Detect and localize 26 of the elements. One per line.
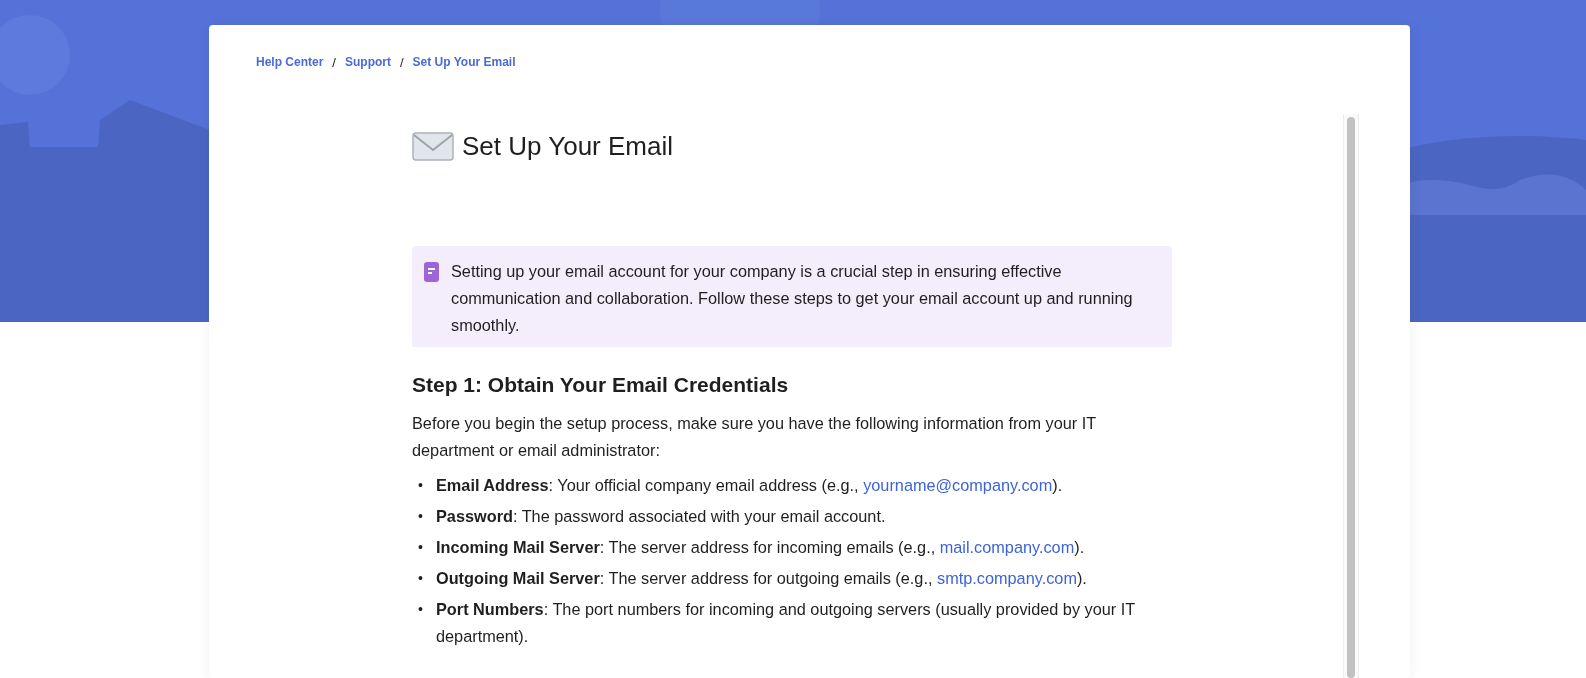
bullet: • xyxy=(418,600,424,619)
envelope-icon xyxy=(412,130,454,162)
list-item: Port Numbers: The port numbers for incoming and outgoing servers (usually provided by your IT department). xyxy=(436,599,1136,647)
page-title: Set Up Your Email xyxy=(462,130,673,162)
email-link[interactable]: mail.company.com xyxy=(939,538,1075,556)
bullet: • xyxy=(418,538,424,557)
intro-text: Before you begin the setup process, make sure you have the following information from your IT department or email administrator: xyxy=(412,413,1097,461)
list-item: Email Address: Your official company email address (e.g., yourname@company.com). xyxy=(436,475,1064,496)
bullet: • xyxy=(418,507,424,526)
email-link[interactable]: yourname@company.com xyxy=(863,476,1053,494)
note-icon xyxy=(424,262,439,282)
bullet: • xyxy=(418,569,424,588)
list-item: Password: The password associated with your email account. xyxy=(436,506,887,527)
breadcrumb-separator: / xyxy=(400,54,404,70)
list-item: Outgoing Mail Server: The server address for outgoing emails (e.g., smtp.company.com). xyxy=(436,568,1088,589)
breadcrumb-separator: / xyxy=(332,54,336,70)
breadcrumb-link[interactable]: Help Center xyxy=(256,55,324,69)
breadcrumb-link[interactable]: Set Up Your Email xyxy=(412,55,516,69)
email-link[interactable]: smtp.company.com xyxy=(937,569,1077,587)
callout-text: Setting up your email account for your company is a crucial step in ensuring effective communication and collaboration. Follow these steps to get your email account up and running smoothly. xyxy=(451,261,1134,336)
list-item: Incoming Mail Server: The server address for incoming emails (e.g., mail.company.com). xyxy=(436,537,1086,558)
section-heading: Step 1: Obtain Your Email Credentials xyxy=(412,373,790,397)
breadcrumb-link[interactable]: Support xyxy=(345,55,391,69)
scrollbar[interactable] xyxy=(1343,114,1359,678)
scrollbar-thumb[interactable] xyxy=(1347,117,1355,678)
bullet: • xyxy=(418,476,424,495)
